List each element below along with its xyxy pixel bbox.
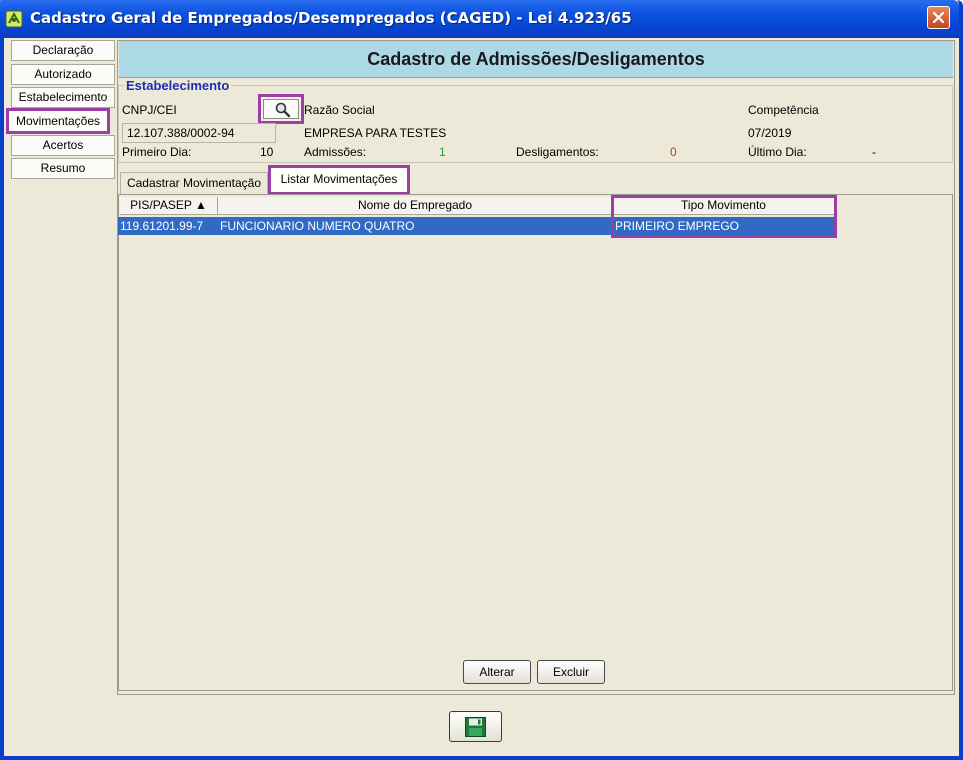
cell-pis[interactable]: 119.61201.99-7 (120, 217, 203, 235)
window-title: Cadastro Geral de Empregados/Desempregad… (30, 9, 632, 27)
close-button[interactable] (927, 6, 950, 29)
ultimo-dia-label: Último Dia: (748, 145, 807, 159)
tab-cadastrar-movimentacao[interactable]: Cadastrar Movimentação (120, 172, 268, 194)
cnpj-label: CNPJ/CEI (122, 103, 177, 117)
movimentacoes-table (118, 194, 953, 691)
page-title: Cadastro de Admissões/Desligamentos (367, 49, 705, 69)
tab-listar-movimentacoes[interactable]: Listar Movimentações (268, 165, 410, 195)
admissoes-value: 1 (439, 145, 446, 159)
primeiro-dia-label: Primeiro Dia: (122, 145, 192, 159)
column-header-pis[interactable]: PIS/PASEP ▲ (120, 197, 218, 215)
primeiro-dia-value: 10 (260, 145, 274, 159)
sidebar-item-declaracao[interactable]: Declaração (11, 40, 115, 61)
admissoes-label: Admissões: (304, 145, 367, 159)
tipo-movimento-highlight (611, 195, 837, 238)
sidebar-item-resumo[interactable]: Resumo (11, 158, 115, 179)
search-button[interactable] (258, 94, 304, 124)
magnifier-icon (275, 102, 291, 118)
razao-social-value: EMPRESA PARA TESTES (304, 126, 447, 140)
page-header: Cadastro de Admissões/Desligamentos (119, 41, 953, 78)
floppy-disk-icon (465, 717, 486, 737)
sidebar-item-movimentacoes[interactable]: Movimentações (6, 108, 110, 134)
save-button[interactable] (449, 711, 502, 742)
search-button-face[interactable] (263, 99, 299, 119)
alterar-button[interactable]: Alterar (463, 660, 531, 684)
sidebar-item-acertos[interactable]: Acertos (11, 135, 115, 156)
desligamentos-value: 0 (670, 145, 677, 159)
caged-app-icon (5, 10, 23, 28)
close-icon (932, 11, 945, 24)
desligamentos-label: Desligamentos: (516, 145, 599, 159)
competencia-label: Competência (748, 103, 819, 117)
title-bar[interactable]: Cadastro Geral de Empregados/Desempregad… (0, 0, 959, 38)
sidebar-item-estabelecimento[interactable]: Estabelecimento (11, 87, 115, 108)
competencia-value: 07/2019 (748, 126, 792, 140)
cell-nome[interactable]: FUNCIONARIO NUMERO QUATRO (220, 217, 414, 235)
column-header-nome[interactable]: Nome do Empregado (218, 197, 613, 215)
excluir-button[interactable]: Excluir (537, 660, 605, 684)
ultimo-dia-value: - (872, 145, 876, 159)
razao-social-label: Razão Social (304, 103, 375, 117)
cnpj-field[interactable]: 12.107.388/0002-94 (122, 123, 276, 143)
sidebar-item-autorizado[interactable]: Autorizado (11, 64, 115, 85)
estabelecimento-legend: Estabelecimento (124, 78, 232, 93)
